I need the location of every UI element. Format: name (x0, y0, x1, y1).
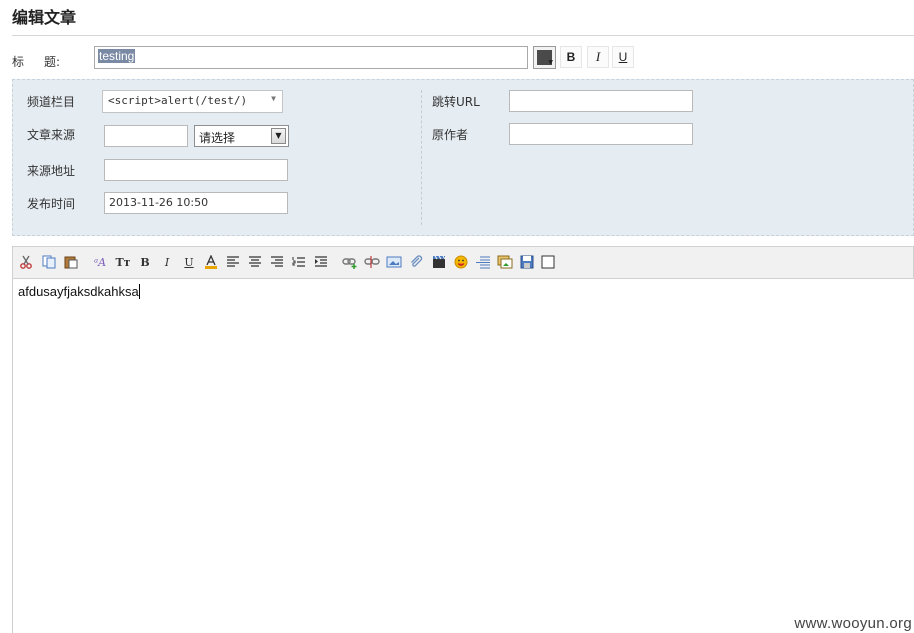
chevron-down-icon: ▼ (271, 94, 276, 103)
insert-link-icon[interactable] (342, 255, 358, 271)
source-select[interactable]: 请选择 ▼ (194, 125, 289, 147)
bold-icon[interactable]: B (137, 255, 153, 271)
publish-time-label: 发布时间 (27, 197, 76, 211)
align-center-icon[interactable] (247, 255, 263, 271)
channel-select-value: <script>alert(/test/) (108, 94, 248, 107)
emoticon-icon[interactable] (453, 255, 469, 271)
align-left-icon[interactable] (225, 255, 241, 271)
author-label: 原作者 (432, 128, 469, 142)
meta-panel-divider (421, 90, 422, 225)
author-input[interactable] (509, 123, 693, 145)
indent-icon[interactable] (313, 255, 329, 271)
chevron-down-icon: ▼ (548, 59, 553, 66)
font-color-icon[interactable] (203, 254, 219, 271)
align-right-icon[interactable] (269, 255, 285, 271)
font-family-icon[interactable]: ᵃA (92, 255, 108, 271)
title-divider (12, 35, 914, 36)
title-label: 标题: (12, 55, 61, 69)
text-caret (138, 284, 140, 299)
scissors-icon[interactable] (18, 255, 34, 271)
video-icon[interactable] (431, 255, 447, 271)
source-input[interactable] (104, 125, 188, 147)
redirect-url-label: 跳转URL (432, 95, 480, 109)
watermark: www.wooyun.org (794, 615, 912, 632)
font-size-icon[interactable]: Tт (115, 255, 131, 271)
title-italic-button[interactable]: I (587, 46, 609, 68)
title-underline-button[interactable]: U (612, 46, 634, 68)
unlink-icon[interactable] (364, 255, 380, 271)
save-icon[interactable] (519, 255, 535, 271)
source-url-label: 来源地址 (27, 164, 76, 178)
redirect-url-input[interactable] (509, 90, 693, 112)
paste-icon[interactable] (63, 255, 79, 271)
title-input-value: testing (98, 49, 136, 63)
page-title: 编辑文章 (12, 8, 77, 27)
channel-select[interactable]: <script>alert(/test/) ▼ (102, 90, 283, 113)
source-url-input[interactable] (104, 159, 288, 181)
source-select-value: 请选择 (199, 131, 236, 145)
horizontal-rule-icon[interactable] (475, 255, 491, 271)
channel-label: 频道栏目 (27, 95, 76, 109)
attachment-icon[interactable] (408, 255, 424, 271)
copy-icon[interactable] (41, 255, 57, 271)
insert-image-icon[interactable] (386, 255, 402, 271)
ordered-list-icon[interactable] (291, 255, 307, 271)
image-gallery-icon[interactable] (497, 255, 513, 271)
editor-toolbar: ᵃA Tт B I U (12, 246, 914, 279)
italic-icon[interactable]: I (159, 255, 175, 271)
editor-text: afdusayfjaksdkahksa (18, 284, 140, 299)
title-input[interactable]: testing (94, 46, 528, 69)
source-label: 文章来源 (27, 128, 76, 142)
checkbox-icon[interactable] (540, 255, 556, 271)
publish-time-input[interactable]: 2013-11-26 10:50 (104, 192, 288, 214)
underline-icon[interactable]: U (181, 255, 197, 271)
title-bold-button[interactable]: B (560, 46, 582, 68)
editor-content-area[interactable]: afdusayfjaksdkahksa (12, 279, 914, 633)
chevron-down-icon: ▼ (271, 128, 286, 144)
title-color-picker[interactable]: ▼ (533, 46, 556, 69)
